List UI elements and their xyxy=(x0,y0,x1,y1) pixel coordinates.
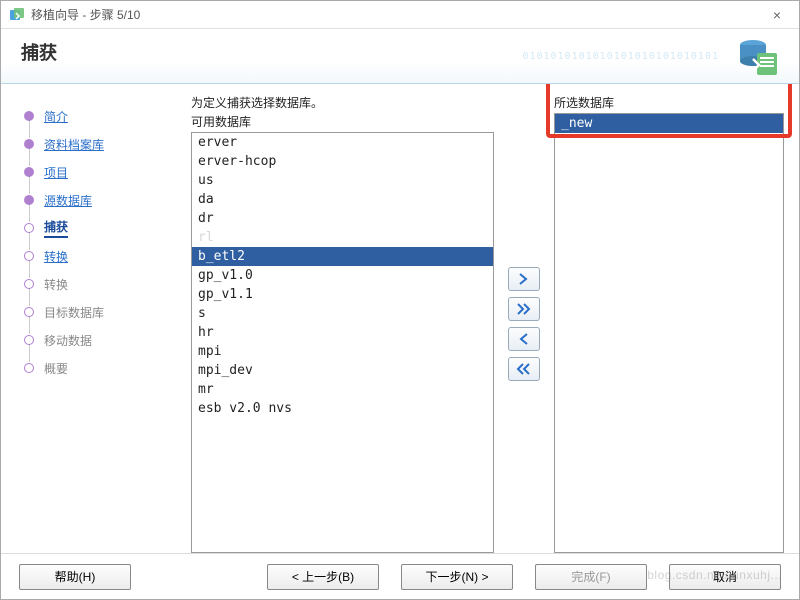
list-item[interactable]: da xyxy=(192,190,493,209)
list-item[interactable]: mpi xyxy=(192,342,493,361)
selected-label: 所选数据库 xyxy=(554,94,784,111)
step-label: 捕获 xyxy=(44,218,68,238)
steps-sidebar: 简介资料档案库项目源数据库捕获转换转换目标数据库移动数据概要 xyxy=(16,94,181,553)
list-item[interactable]: b_etl2 xyxy=(192,247,493,266)
step-8: 移动数据 xyxy=(16,326,181,354)
content-area: 为定义捕获选择数据库。 可用数据库 erver erver-hcop us da… xyxy=(181,94,784,553)
list-item[interactable]: s xyxy=(192,304,493,323)
list-item[interactable]: dr xyxy=(192,209,493,228)
header-banner: 捕获 0101010101010101010101010101 xyxy=(1,29,799,84)
step-dot-icon xyxy=(24,223,34,233)
step-3[interactable]: 源数据库 xyxy=(16,186,181,214)
step-dot-icon xyxy=(24,167,34,177)
step-label: 项目 xyxy=(44,164,68,181)
available-column: 为定义捕获选择数据库。 可用数据库 erver erver-hcop us da… xyxy=(191,94,494,553)
list-item[interactable]: hr xyxy=(192,323,493,342)
step-7: 目标数据库 xyxy=(16,298,181,326)
step-dot-icon xyxy=(24,195,34,205)
step-label: 源数据库 xyxy=(44,192,92,209)
step-6: 转换 xyxy=(16,270,181,298)
step-dot-icon xyxy=(24,363,34,373)
step-label: 资料档案库 xyxy=(44,136,104,153)
list-item[interactable]: us xyxy=(192,171,493,190)
wizard-body: 简介资料档案库项目源数据库捕获转换转换目标数据库移动数据概要 为定义捕获选择数据… xyxy=(1,84,799,553)
list-item[interactable]: mpi_dev xyxy=(192,361,493,380)
help-button[interactable]: 帮助(H) xyxy=(19,564,131,590)
list-item[interactable]: esb v2.0 nvs xyxy=(192,399,493,418)
step-label: 概要 xyxy=(44,360,68,377)
selected-listbox[interactable]: _new xyxy=(554,113,784,553)
list-item[interactable]: rl xyxy=(192,228,493,247)
move-all-right-button[interactable] xyxy=(508,297,540,321)
app-icon xyxy=(9,7,25,23)
instruction-text: 为定义捕获选择数据库。 xyxy=(191,94,494,111)
step-dot-icon xyxy=(24,307,34,317)
list-item[interactable]: mr xyxy=(192,380,493,399)
database-icon xyxy=(735,35,779,79)
step-5[interactable]: 转换 xyxy=(16,242,181,270)
list-item[interactable]: gp_v1.0 xyxy=(192,266,493,285)
wizard-window: 移植向导 - 步骤 5/10 × 捕获 01010101010101010101… xyxy=(0,0,800,600)
list-item[interactable]: erver xyxy=(192,133,493,152)
step-label: 转换 xyxy=(44,276,68,293)
cancel-button[interactable]: 取消 xyxy=(669,564,781,590)
step-label: 目标数据库 xyxy=(44,304,104,321)
step-dot-icon xyxy=(24,279,34,289)
move-all-left-button[interactable] xyxy=(508,357,540,381)
available-label: 可用数据库 xyxy=(191,113,494,130)
titlebar: 移植向导 - 步骤 5/10 × xyxy=(1,1,799,29)
footer-buttons: 帮助(H) < 上一步(B) 下一步(N) > 完成(F) 取消 xyxy=(1,553,799,599)
close-button[interactable]: × xyxy=(763,7,791,23)
step-dot-icon xyxy=(24,335,34,345)
step-dot-icon xyxy=(24,139,34,149)
next-button[interactable]: 下一步(N) > xyxy=(401,564,513,590)
back-button[interactable]: < 上一步(B) xyxy=(267,564,379,590)
list-item[interactable]: _new xyxy=(555,114,783,133)
step-label: 简介 xyxy=(44,108,68,125)
step-dot-icon xyxy=(24,111,34,121)
available-listbox[interactable]: erver erver-hcop us da dr rl b_etl2 gp_v… xyxy=(191,132,494,553)
finish-button: 完成(F) xyxy=(535,564,647,590)
step-dot-icon xyxy=(24,251,34,261)
decorative-binary: 0101010101010101010101010101 xyxy=(522,51,719,62)
move-left-button[interactable] xyxy=(508,327,540,351)
transfer-buttons xyxy=(494,94,554,553)
step-label: 转换 xyxy=(44,248,68,265)
selected-column: 所选数据库 _new xyxy=(554,94,784,553)
step-4: 捕获 xyxy=(16,214,181,242)
step-label: 移动数据 xyxy=(44,332,92,349)
step-0[interactable]: 简介 xyxy=(16,102,181,130)
step-1[interactable]: 资料档案库 xyxy=(16,130,181,158)
step-9: 概要 xyxy=(16,354,181,382)
step-2[interactable]: 项目 xyxy=(16,158,181,186)
move-right-button[interactable] xyxy=(508,267,540,291)
window-title: 移植向导 - 步骤 5/10 xyxy=(31,6,763,23)
list-item[interactable]: gp_v1.1 xyxy=(192,285,493,304)
list-item[interactable]: erver-hcop xyxy=(192,152,493,171)
